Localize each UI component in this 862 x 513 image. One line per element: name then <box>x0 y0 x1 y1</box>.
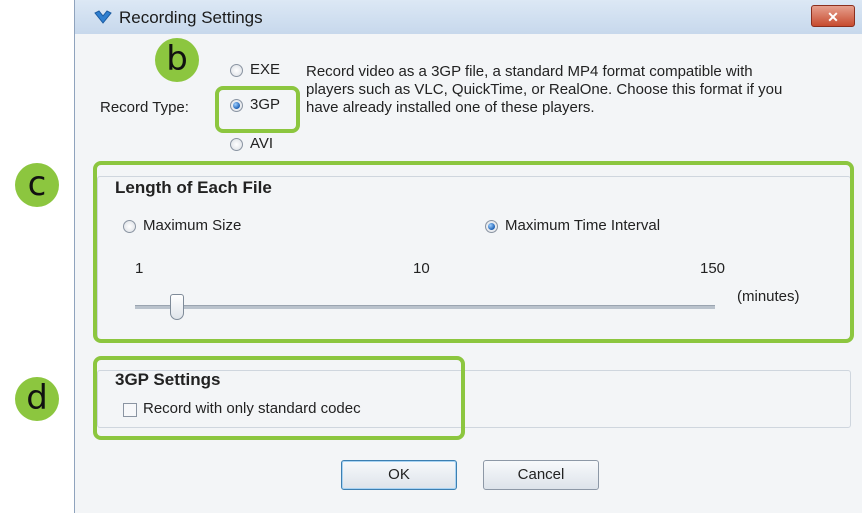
highlight-length-group <box>93 161 854 343</box>
annotation-badge-d: d <box>15 377 59 421</box>
ok-button[interactable]: OK <box>341 460 457 490</box>
highlight-3gp <box>215 86 300 133</box>
annotation-badge-c: c <box>15 163 59 207</box>
radio-exe-label[interactable]: EXE <box>250 61 280 78</box>
radio-avi-label[interactable]: AVI <box>250 135 273 152</box>
app-logo-icon <box>94 10 112 24</box>
highlight-gp-settings <box>93 356 465 440</box>
radio-exe[interactable] <box>230 64 243 77</box>
record-type-label: Record Type: <box>100 99 189 116</box>
cancel-button[interactable]: Cancel <box>483 460 599 490</box>
title-bar[interactable]: Recording Settings ✕ <box>75 0 862 35</box>
close-button[interactable]: ✕ <box>811 5 855 27</box>
window-title: Recording Settings <box>119 8 263 27</box>
record-type-description: Record video as a 3GP file, a standard M… <box>306 63 783 116</box>
radio-avi[interactable] <box>230 138 243 151</box>
annotation-badge-b: b <box>155 38 199 82</box>
